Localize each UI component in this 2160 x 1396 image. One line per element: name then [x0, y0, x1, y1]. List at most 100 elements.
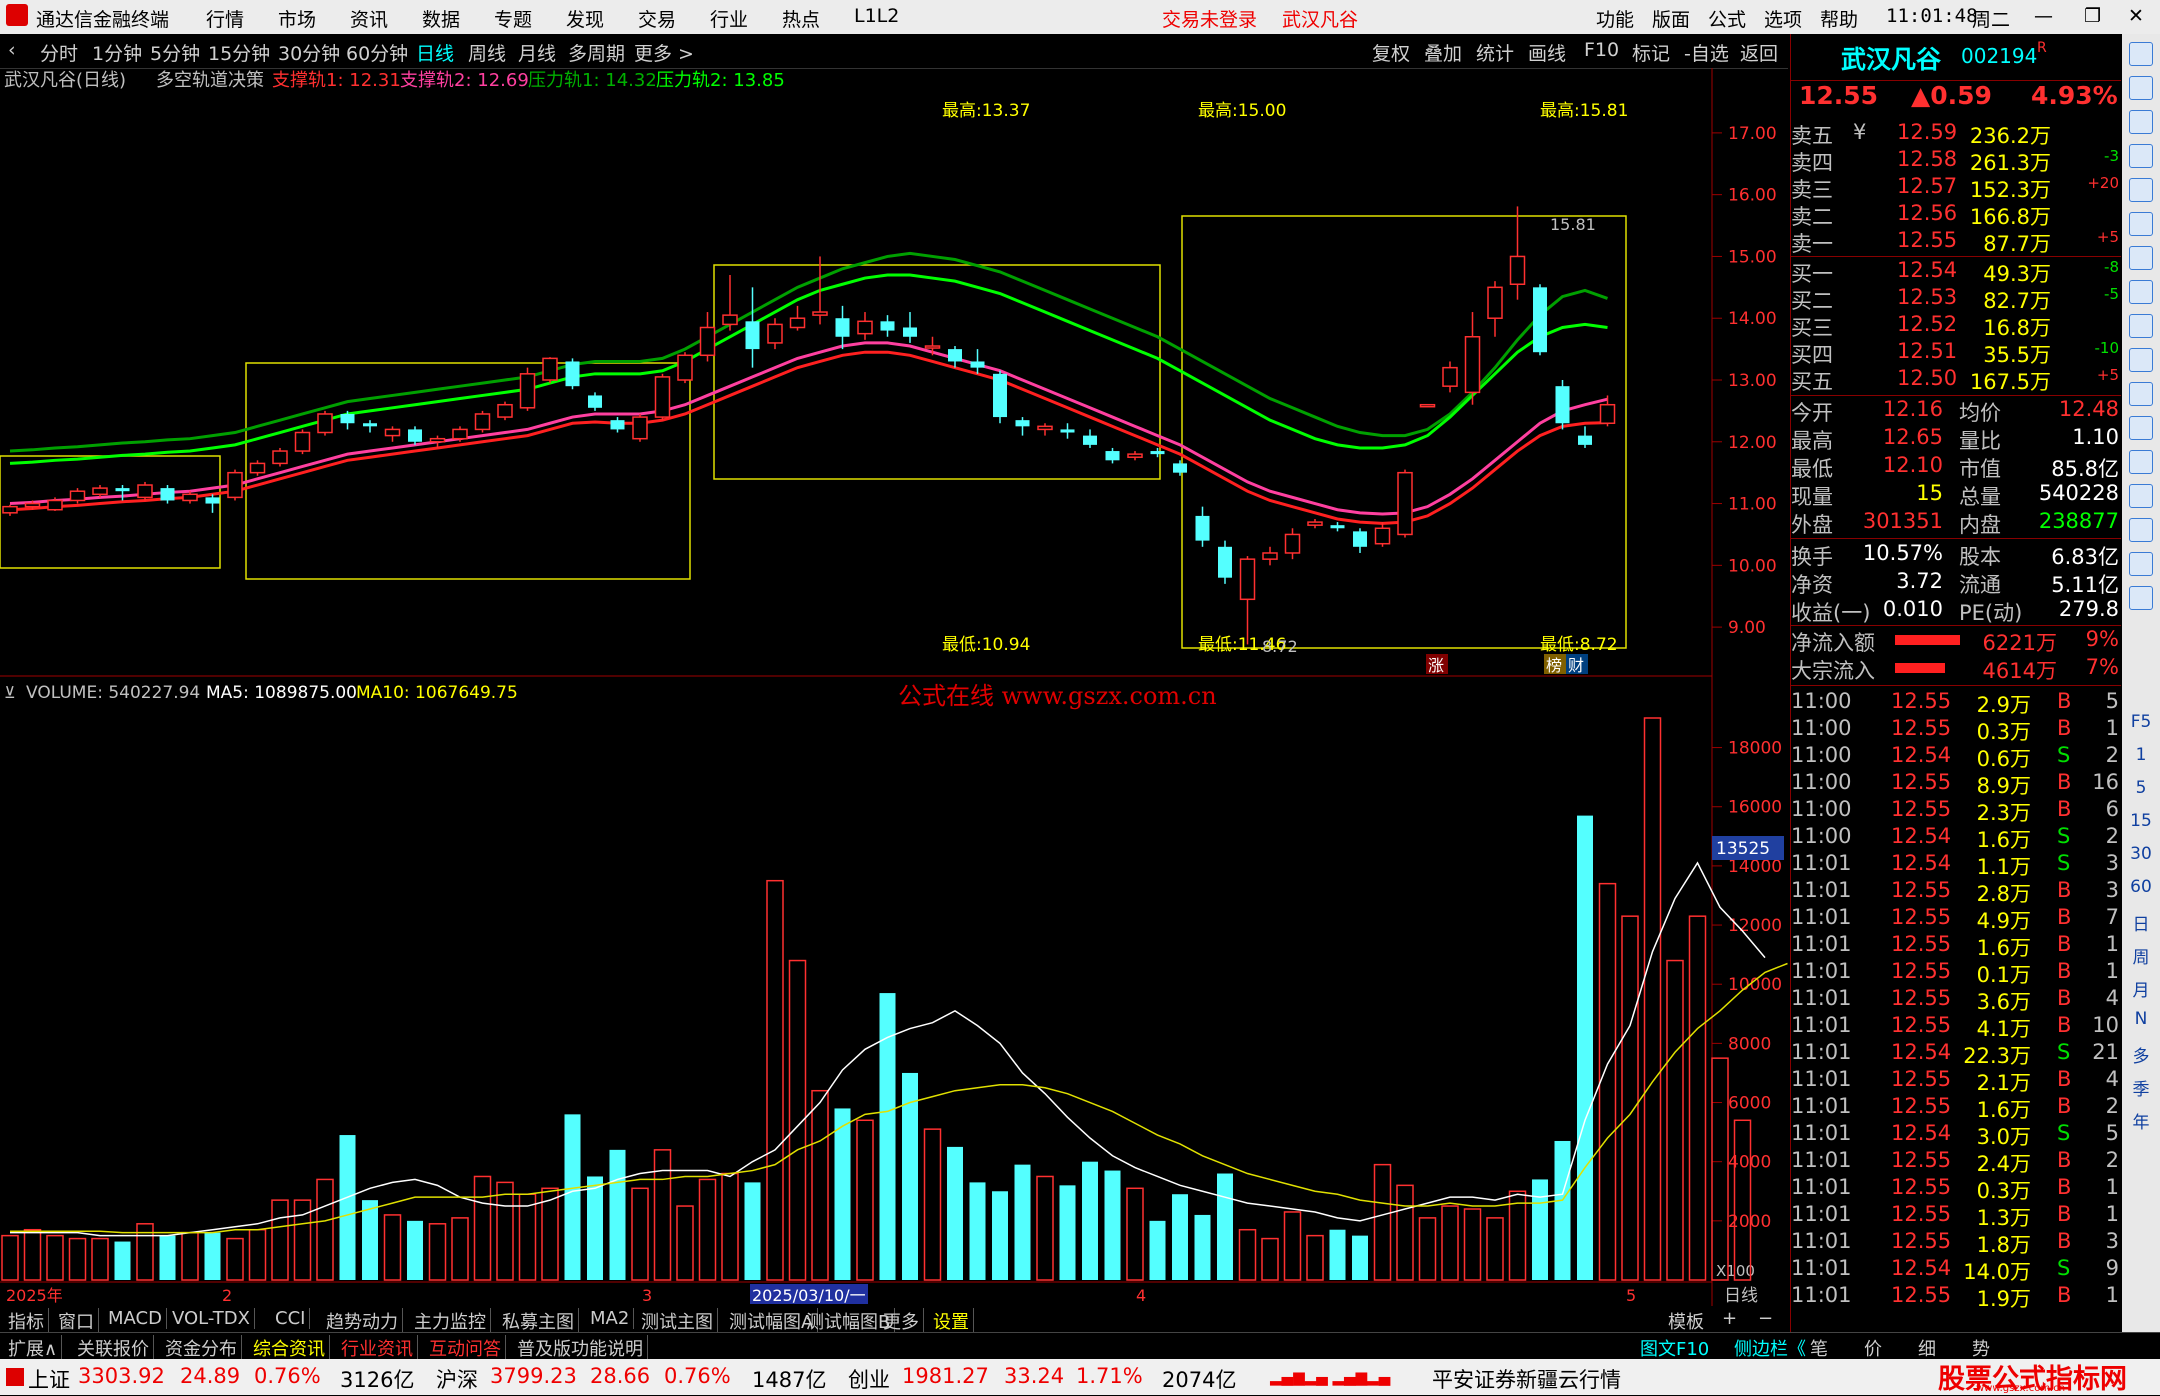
kline-chart[interactable]: 武汉凡谷(日线) 多空轨道决策 支撑轨1: 12.31 支撑轨2: 12.69 … [0, 68, 1788, 1306]
close-icon[interactable]: ✕ [2128, 5, 2144, 27]
period-shortcut[interactable]: F5 [2122, 712, 2160, 732]
bid-row[interactable]: 买五 12.50 167.5万 +5 [1791, 366, 2121, 394]
stat-row[interactable]: 最高 12.65 量比 1.10 [1791, 425, 2121, 453]
period-30min[interactable]: 30分钟 [278, 39, 340, 66]
tool-tongji[interactable]: 统计 [1476, 39, 1514, 66]
stat-row[interactable]: 换手 10.57% 股本 6.83亿 [1791, 541, 2121, 569]
stat-row[interactable]: 最低 12.10 市值 85.8亿 [1791, 453, 2121, 481]
up-arrow2-icon[interactable] [2129, 76, 2153, 100]
indicator-tab[interactable]: 测试主图 [637, 1308, 718, 1334]
chart-indicator-name[interactable]: 多空轨道决策 [156, 70, 264, 91]
badge-bang[interactable]: 榜 [1546, 656, 1562, 675]
volume-collapse-icon[interactable]: ⊻ [4, 683, 16, 702]
tick-row[interactable]: 11:01 12.55 2.1万 B 4 [1791, 1067, 2121, 1095]
extension-tab[interactable]: 综合资讯 [249, 1335, 330, 1361]
indicator-tab[interactable]: MACD [104, 1308, 167, 1329]
tool-huaxian[interactable]: 画线 [1528, 39, 1566, 66]
tick-row[interactable]: 11:01 12.54 1.1万 S 3 [1791, 851, 2121, 879]
gear-icon[interactable] [2129, 484, 2153, 508]
extension-tab[interactable]: 关联报价 [73, 1335, 154, 1361]
indicator-tab[interactable]: MA2 [586, 1308, 635, 1329]
period-shortcut[interactable]: 多 [2122, 1042, 2160, 1067]
period-shortcut[interactable]: 15 [2122, 811, 2160, 831]
stat-row[interactable]: 今开 12.16 均价 12.48 [1791, 397, 2121, 425]
period-more[interactable]: 更多 > [634, 39, 694, 66]
period-shortcut[interactable]: 60 [2122, 877, 2160, 897]
move-icon[interactable] [2129, 552, 2153, 576]
doc-icon[interactable] [2129, 314, 2153, 338]
f10-icon[interactable] [2129, 280, 2153, 304]
ask-row[interactable]: 卖一 12.55 87.7万 +5 [1791, 228, 2121, 256]
chart-icon[interactable] [2129, 178, 2153, 202]
period-shortcut[interactable]: 周 [2122, 943, 2160, 968]
ask-row[interactable]: 卖三 12.57 152.3万 +20 [1791, 174, 2121, 202]
flow-row[interactable]: 净流入额 6221万 9% [1791, 627, 2121, 655]
extension-right-tab[interactable]: 价 [1864, 1335, 1882, 1361]
extension-right-tab[interactable]: 笔 [1810, 1335, 1828, 1361]
badge-cai[interactable]: 财 [1568, 656, 1584, 675]
tick-row[interactable]: 11:01 12.55 2.8万 B 3 [1791, 878, 2121, 906]
bid-row[interactable]: 买二 12.53 82.7万 -5 [1791, 285, 2121, 313]
menu-xuanxiang[interactable]: 选项 [1764, 5, 1802, 32]
period-shortcut[interactable]: 年 [2122, 1108, 2160, 1133]
tick-row[interactable]: 11:01 12.55 4.9万 B 7 [1791, 905, 2121, 933]
indicator-tab[interactable]: 私募主图 [498, 1308, 579, 1334]
period-5min[interactable]: 5分钟 [150, 39, 200, 66]
grid-icon[interactable] [2129, 110, 2153, 134]
list-icon[interactable] [2129, 144, 2153, 168]
tick-row[interactable]: 11:00 12.55 8.9万 B 16 [1791, 770, 2121, 798]
period-shortcut[interactable]: 季 [2122, 1075, 2160, 1100]
menu-zixun[interactable]: 资讯 [350, 5, 388, 32]
extension-right-tab[interactable]: 侧边栏《 [1734, 1335, 1806, 1361]
extension-tab[interactable]: 行业资讯 [337, 1335, 418, 1361]
indicator-tab[interactable]: 趋势动力 [322, 1308, 403, 1334]
tick-row[interactable]: 11:00 12.55 0.3万 B 1 [1791, 716, 2121, 744]
extension-right-tab[interactable]: 图文F10 [1640, 1335, 1709, 1361]
period-shortcut[interactable]: 1 [2122, 745, 2160, 765]
extension-tab[interactable]: 资金分布 [161, 1335, 242, 1361]
tool-fuquan[interactable]: 复权 [1372, 39, 1410, 66]
period-fenshi[interactable]: 分时 [40, 39, 78, 66]
extension-tab[interactable]: 互动问答 [425, 1335, 506, 1361]
stat-row[interactable]: 净资 3.72 流通 5.11亿 [1791, 569, 2121, 597]
indicator-tab[interactable]: VOL-TDX [168, 1308, 255, 1329]
menu-l1l2[interactable]: L1L2 [854, 5, 899, 27]
tool-fanhui[interactable]: 返回 [1740, 39, 1778, 66]
tick-row[interactable]: 11:01 12.54 22.3万 S 21 [1791, 1040, 2121, 1068]
trade-status[interactable]: 交易未登录 [1162, 5, 1257, 32]
stat-row[interactable]: 外盘 301351 内盘 238877 [1791, 509, 2121, 537]
menu-shichang[interactable]: 市场 [278, 5, 316, 32]
stat-row[interactable]: 现量 15 总量 540228 [1791, 481, 2121, 509]
period-15min[interactable]: 15分钟 [208, 39, 270, 66]
tool-diejia[interactable]: 叠加 [1424, 39, 1462, 66]
up-arrow-icon[interactable] [2129, 42, 2153, 66]
period-monthly[interactable]: 月线 [518, 39, 556, 66]
tick-row[interactable]: 11:00 12.54 1.6万 S 2 [1791, 824, 2121, 852]
restore-icon[interactable]: ❐ [2084, 5, 2101, 27]
badge-zhang[interactable]: 涨 [1428, 656, 1444, 675]
menu-gongneng[interactable]: 功能 [1596, 5, 1634, 32]
extension-tab[interactable]: 普及版功能说明 [513, 1335, 648, 1361]
bid-row[interactable]: 买一 12.54 49.3万 -8 [1791, 258, 2121, 286]
ask-row[interactable]: 卖二 12.56 166.8万 [1791, 201, 2121, 229]
menu-hangqing[interactable]: 行情 [206, 5, 244, 32]
tick-row[interactable]: 11:01 12.55 1.8万 B 3 [1791, 1229, 2121, 1257]
tick-row[interactable]: 11:01 12.54 14.0万 S 9 [1791, 1256, 2121, 1284]
period-multi[interactable]: 多周期 [568, 39, 625, 66]
menu-hangye[interactable]: 行业 [710, 5, 748, 32]
template-button[interactable]: 模板 [1668, 1308, 1704, 1334]
period-shortcut[interactable]: 5 [2122, 778, 2160, 798]
remove-button[interactable]: − [1758, 1308, 1773, 1329]
sh-label[interactable]: 上证 [28, 1364, 70, 1394]
menu-gongshi[interactable]: 公式 [1708, 5, 1746, 32]
menu-zhuanti[interactable]: 专题 [494, 5, 532, 32]
layer-icon[interactable] [2129, 450, 2153, 474]
period-weekly[interactable]: 周线 [468, 39, 506, 66]
period-shortcut[interactable]: N [2122, 1009, 2160, 1029]
cy-label[interactable]: 创业 [848, 1364, 890, 1394]
doc2-icon[interactable] [2129, 382, 2153, 406]
indicator-tab[interactable]: CCI [271, 1308, 311, 1329]
tick-row[interactable]: 11:01 12.55 3.6万 B 4 [1791, 986, 2121, 1014]
bid-row[interactable]: 买三 12.52 16.8万 [1791, 312, 2121, 340]
menu-redian[interactable]: 热点 [782, 5, 820, 32]
